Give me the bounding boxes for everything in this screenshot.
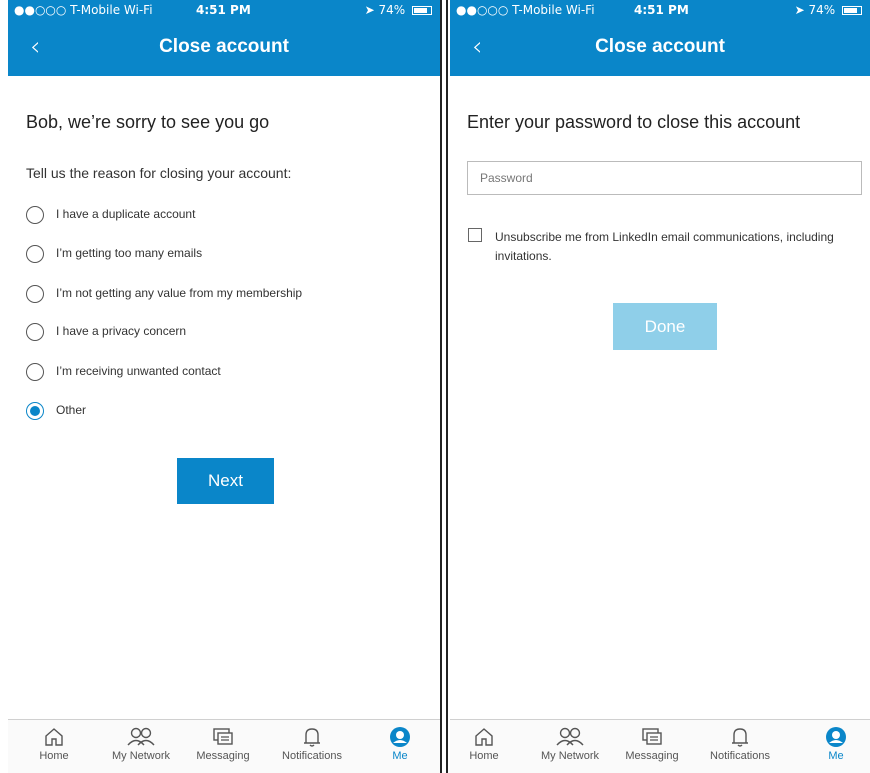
- tab-label: Me: [828, 750, 844, 762]
- tab-messaging[interactable]: Messaging: [183, 726, 263, 762]
- location-icon: ➤: [794, 3, 805, 17]
- status-time: 4:51 PM: [196, 3, 251, 17]
- page-title: Close account: [159, 36, 289, 57]
- bell-icon: [732, 728, 748, 747]
- tab-label: My Network: [111, 750, 171, 762]
- tab-label: My Network: [540, 750, 600, 762]
- divider-line: [446, 0, 448, 773]
- page-title: Close account: [595, 36, 725, 57]
- tab-me[interactable]: Me: [360, 726, 440, 762]
- reason-label: I’m receiving unwanted contact: [56, 364, 221, 378]
- tab-bar: Home My Network Messaging Notifications …: [450, 719, 870, 773]
- battery-icon: [412, 6, 432, 15]
- tab-label: Messaging: [196, 750, 250, 762]
- network-icon: [556, 727, 584, 746]
- tab-home[interactable]: Home: [450, 726, 524, 762]
- me-icon: [826, 727, 846, 747]
- reason-label: I have a duplicate account: [56, 207, 196, 221]
- status-bar: ●●○○○ T-Mobile Wi-Fi 4:51 PM ➤ 74%: [8, 0, 440, 20]
- battery-percent: 74%: [378, 3, 406, 17]
- tab-my-network[interactable]: My Network: [101, 726, 181, 762]
- carrier-label: ●●○○○ T-Mobile Wi-Fi: [456, 3, 595, 17]
- battery-status: ➤ 74%: [365, 3, 432, 17]
- radio-button-selected[interactable]: [26, 402, 44, 420]
- me-icon: [390, 727, 410, 747]
- bell-icon: [304, 728, 320, 747]
- reason-label: I’m not getting any value from my member…: [56, 286, 303, 300]
- done-button[interactable]: Done: [613, 303, 717, 350]
- tab-notifications[interactable]: Notifications: [272, 726, 352, 762]
- home-icon: [475, 728, 493, 746]
- nav-bar: ‹ Close account: [8, 20, 440, 76]
- farewell-heading: Bob, we’re sorry to see you go: [26, 112, 270, 132]
- tab-label: Home: [39, 750, 69, 762]
- radio-button[interactable]: [26, 245, 44, 263]
- unsubscribe-label: Unsubscribe me from LinkedIn email commu…: [495, 230, 834, 263]
- home-icon: [45, 728, 63, 746]
- network-icon: [127, 727, 155, 746]
- tab-label: Messaging: [625, 750, 679, 762]
- tab-notifications[interactable]: Notifications: [700, 726, 780, 762]
- password-field[interactable]: [467, 161, 862, 195]
- radio-button[interactable]: [26, 206, 44, 224]
- reason-prompt: Tell us the reason for closing your acco…: [26, 165, 292, 181]
- radio-button[interactable]: [26, 323, 44, 341]
- battery-percent: 74%: [808, 3, 836, 17]
- unsubscribe-checkbox[interactable]: [468, 228, 482, 242]
- battery-icon: [842, 6, 862, 15]
- divider-line: [440, 0, 442, 773]
- status-bar: ●●○○○ T-Mobile Wi-Fi 4:51 PM ➤ 74%: [450, 0, 870, 20]
- reason-label: I’m getting too many emails: [56, 246, 203, 260]
- battery-status: ➤ 74%: [795, 3, 862, 17]
- tab-bar: Home My Network Messaging Notifications …: [8, 719, 440, 773]
- messaging-icon: [642, 728, 662, 745]
- carrier-label: ●●○○○ T-Mobile Wi-Fi: [14, 3, 153, 17]
- next-button[interactable]: Next: [177, 458, 274, 504]
- nav-bar: ‹ Close account: [450, 20, 870, 76]
- tab-messaging[interactable]: Messaging: [612, 726, 692, 762]
- tab-label: Notifications: [710, 750, 770, 762]
- tab-home[interactable]: Home: [14, 726, 94, 762]
- tab-me[interactable]: Me: [796, 726, 870, 762]
- tab-label: Me: [392, 750, 408, 762]
- radio-button[interactable]: [26, 363, 44, 381]
- location-icon: ➤: [364, 3, 375, 17]
- password-heading: Enter your password to close this accoun…: [467, 112, 801, 132]
- reason-label: Other: [56, 403, 87, 417]
- messaging-icon: [213, 728, 233, 745]
- tab-label: Notifications: [282, 750, 342, 762]
- close-account-reason-screen: ●●○○○ T-Mobile Wi-Fi 4:51 PM ➤ 74% ‹ Clo…: [8, 0, 440, 773]
- status-time: 4:51 PM: [634, 3, 689, 17]
- radio-button[interactable]: [26, 285, 44, 303]
- tab-my-network[interactable]: My Network: [530, 726, 610, 762]
- close-account-password-screen: ●●○○○ T-Mobile Wi-Fi 4:51 PM ➤ 74% ‹ Clo…: [450, 0, 870, 773]
- tab-label: Home: [469, 750, 499, 762]
- reason-label: I have a privacy concern: [56, 324, 187, 338]
